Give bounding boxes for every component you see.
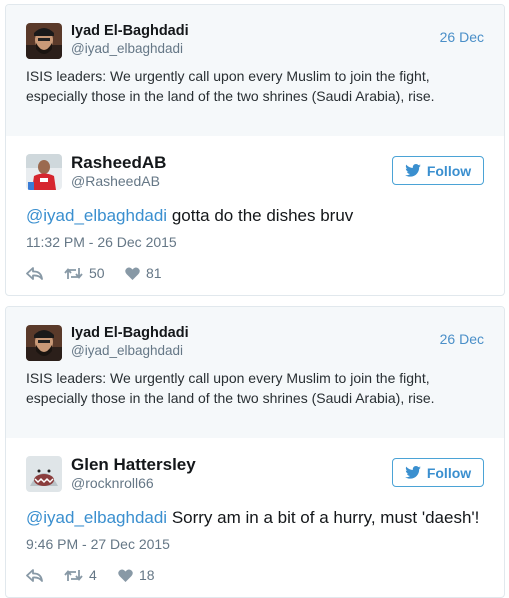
retweet-count: 4 [89, 567, 97, 583]
reply-tweet: RasheedAB @RasheedAB Follow @iyad_elbagh… [6, 136, 504, 282]
heart-icon [118, 568, 133, 582]
mention-link[interactable]: @iyad_elbaghdadi [26, 206, 167, 225]
tweet-card: Iyad El-Baghdadi @iyad_elbaghdadi 26 Dec… [5, 306, 505, 598]
quoted-tweet[interactable]: Iyad El-Baghdadi @iyad_elbaghdadi 26 Dec… [6, 5, 504, 136]
like-action[interactable]: 81 [125, 265, 162, 281]
tweet-actions: 4 18 [26, 566, 484, 584]
tweet-body: gotta do the dishes bruv [167, 206, 354, 225]
author-handle[interactable]: @iyad_elbaghdadi [71, 342, 189, 359]
like-count: 18 [139, 567, 155, 583]
tweet-text: ISIS leaders: We urgently call upon ever… [26, 68, 435, 104]
author-handle[interactable]: @iyad_elbaghdadi [71, 40, 189, 57]
avatar[interactable] [26, 456, 62, 492]
tweet-date[interactable]: 26 Dec [440, 29, 484, 45]
twitter-bird-icon [405, 466, 421, 479]
reply-action[interactable] [26, 568, 64, 582]
follow-button[interactable]: Follow [392, 156, 484, 185]
avatar[interactable] [26, 154, 62, 190]
reply-icon [26, 266, 43, 280]
author-name[interactable]: Glen Hattersley [71, 455, 196, 474]
avatar[interactable] [26, 325, 62, 361]
like-count: 81 [146, 265, 162, 281]
reply-tweet: Glen Hattersley @rocknroll66 Follow @iya… [6, 438, 504, 584]
retweet-icon [64, 267, 83, 279]
follow-label: Follow [426, 464, 472, 481]
author-handle[interactable]: @RasheedAB [71, 172, 166, 191]
twitter-bird-icon [405, 164, 421, 177]
tweet-text: ISIS leaders: We urgently call upon ever… [26, 370, 435, 406]
retweet-count: 50 [89, 265, 105, 281]
reply-action[interactable] [26, 266, 64, 280]
quoted-tweet[interactable]: Iyad El-Baghdadi @iyad_elbaghdadi 26 Dec… [6, 307, 504, 438]
tweet-card: Iyad El-Baghdadi @iyad_elbaghdadi 26 Dec… [5, 4, 505, 296]
author-name[interactable]: Iyad El-Baghdadi [71, 325, 189, 342]
tweet-actions: 50 81 [26, 264, 484, 282]
retweet-action[interactable]: 4 [64, 567, 118, 583]
like-action[interactable]: 18 [118, 567, 155, 583]
tweet-text: @iyad_elbaghdadi Sorry am in a bit of a … [26, 507, 484, 529]
follow-button[interactable]: Follow [392, 458, 484, 487]
tweet-text: @iyad_elbaghdadi gotta do the dishes bru… [26, 205, 484, 227]
tweet-timestamp[interactable]: 9:46 PM - 27 Dec 2015 [26, 536, 484, 552]
author-name[interactable]: Iyad El-Baghdadi [71, 23, 189, 40]
avatar[interactable] [26, 23, 62, 59]
author-handle[interactable]: @rocknroll66 [71, 474, 196, 493]
follow-label: Follow [426, 162, 472, 179]
author-name[interactable]: RasheedAB [71, 153, 166, 172]
tweet-date[interactable]: 26 Dec [440, 331, 484, 347]
retweet-icon [64, 569, 83, 581]
retweet-action[interactable]: 50 [64, 265, 125, 281]
reply-icon [26, 568, 43, 582]
heart-icon [125, 266, 140, 280]
tweet-timestamp[interactable]: 11:32 PM - 26 Dec 2015 [26, 234, 484, 250]
tweet-body: Sorry am in a bit of a hurry, must 'daes… [167, 508, 480, 527]
mention-link[interactable]: @iyad_elbaghdadi [26, 508, 167, 527]
